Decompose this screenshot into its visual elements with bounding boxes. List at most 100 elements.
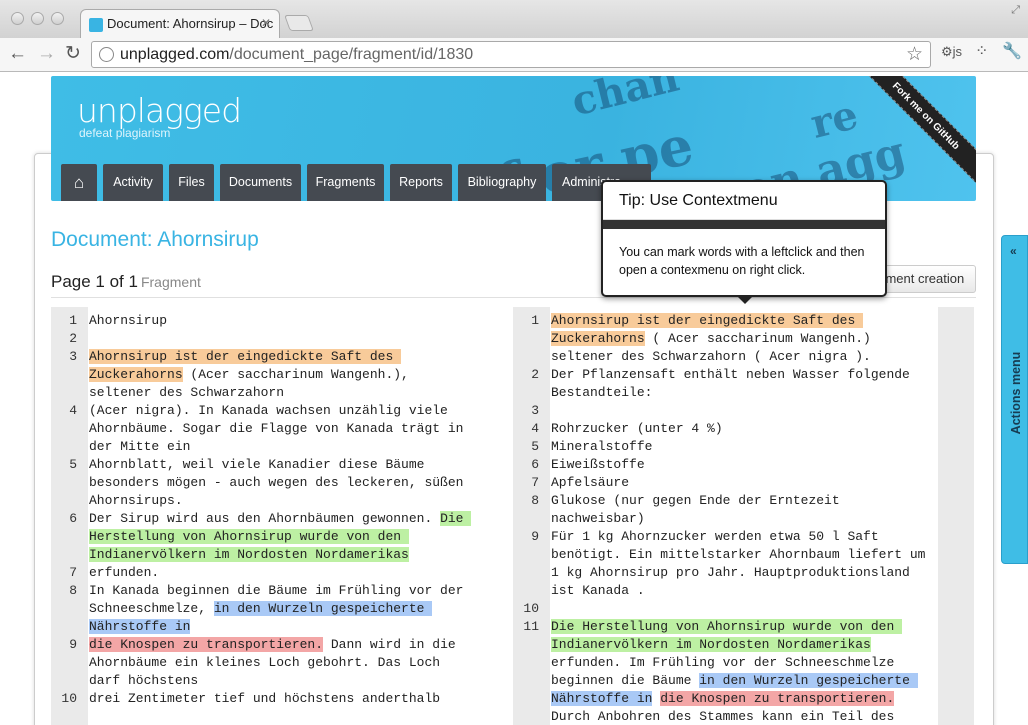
- address-bar[interactable]: unplagged.com/document_page/fragment/id/…: [91, 41, 931, 68]
- url-host: unplagged.com: [120, 46, 230, 63]
- line-text[interactable]: Der Pflanzensaft enthält neben Wasser fo…: [551, 366, 936, 402]
- line-text[interactable]: (Acer nigra). In Kanada wachsen unzählig…: [89, 402, 469, 456]
- new-tab-button[interactable]: [284, 15, 314, 31]
- close-window-button[interactable]: [11, 12, 24, 25]
- wrench-icon[interactable]: 🔧: [1002, 41, 1022, 61]
- text-segment[interactable]: Apfelsäure: [551, 475, 629, 490]
- highlight-rd[interactable]: die Knospen zu transportieren.: [89, 637, 324, 652]
- line-text[interactable]: Ahornsirup ist der eingedickte Saft des …: [89, 348, 469, 402]
- text-segment[interactable]: Glukose (nur gegen Ende der Erntezeit na…: [551, 493, 847, 526]
- line-text[interactable]: drei Zentimeter tief und höchstens ander…: [89, 690, 469, 708]
- line-number: 3: [69, 349, 77, 364]
- tip-separator: [603, 220, 885, 229]
- minimize-window-button[interactable]: [31, 12, 44, 25]
- extension-js-icon[interactable]: ⚙js: [941, 44, 962, 60]
- chevron-left-icon: «: [1010, 244, 1017, 258]
- line-text[interactable]: Glukose (nur gegen Ende der Erntezeit na…: [551, 492, 936, 528]
- line-text[interactable]: Die Herstellung von Ahornsirup wurde von…: [551, 618, 936, 725]
- bookmark-star-icon[interactable]: ☆: [906, 43, 923, 66]
- nav-reports[interactable]: Reports: [390, 164, 452, 201]
- page-label: Page 1 of 1: [51, 272, 138, 291]
- page-content: of or pe chan an agg re unplagged defeat…: [0, 73, 1028, 725]
- line-number: 10: [523, 601, 539, 616]
- nav-files[interactable]: Files: [169, 164, 214, 201]
- line-number: 8: [69, 583, 77, 598]
- line-number: 5: [69, 457, 77, 472]
- nav-bibliography[interactable]: Bibliography: [458, 164, 546, 201]
- page-sub-label: Fragment: [140, 274, 201, 290]
- line-number: 6: [531, 457, 539, 472]
- text-segment[interactable]: Ahornsirup: [89, 313, 167, 328]
- highlight-gr[interactable]: Die Herstellung von Ahornsirup wurde von…: [551, 619, 903, 652]
- actions-menu-label: Actions menu: [1009, 351, 1023, 435]
- line-number: 1: [531, 313, 539, 328]
- zoom-window-button[interactable]: [51, 12, 64, 25]
- line-number: 4: [531, 421, 539, 436]
- fullscreen-icon[interactable]: ⤢: [1011, 4, 1020, 17]
- text-segment[interactable]: (Acer nigra). In Kanada wachsen unzählig…: [89, 403, 471, 454]
- site-favicon-icon: [89, 18, 103, 32]
- line-number: 9: [531, 529, 539, 544]
- nav-fragments[interactable]: Fragments: [307, 164, 384, 201]
- line-text[interactable]: Apfelsäure: [551, 474, 936, 492]
- text-segment[interactable]: Rohrzucker (unter 4 %): [551, 421, 723, 436]
- line-number: 8: [531, 493, 539, 508]
- line-text[interactable]: Ahornsirup ist der eingedickte Saft des …: [551, 312, 936, 366]
- tip-body: You can mark words with a leftclick and …: [619, 245, 865, 277]
- browser-tabbar: Document: Ahornsirup – Doc ✕ ⤢: [0, 0, 1028, 39]
- line-number: 2: [531, 367, 539, 382]
- line-text[interactable]: Der Sirup wird aus den Ahornbäumen gewon…: [89, 510, 472, 582]
- line-number: 7: [69, 565, 77, 580]
- tab-title: Document: Ahornsirup – Doc: [107, 16, 274, 31]
- browser-tab[interactable]: Document: Ahornsirup – Doc ✕: [80, 9, 280, 39]
- browser-toolbar: ← → ↻ unplagged.com/document_page/fragme…: [0, 38, 1028, 72]
- page-title: Document: Ahornsirup: [51, 228, 259, 251]
- actions-menu-tab[interactable]: « Actions menu: [1001, 235, 1028, 564]
- nav-documents[interactable]: Documents: [220, 164, 301, 201]
- extension-dots-icon[interactable]: ⁘: [975, 41, 988, 61]
- highlight-rd[interactable]: die Knospen zu transportieren.: [660, 691, 895, 706]
- line-number: 10: [61, 691, 77, 706]
- line-text[interactable]: die Knospen zu transportieren. Dann wird…: [89, 636, 469, 690]
- text-segment[interactable]: Der Pflanzensaft enthält neben Wasser fo…: [551, 367, 918, 400]
- line-text[interactable]: Ahornsirup: [89, 312, 469, 330]
- text-segment[interactable]: Für 1 kg Ahornzucker werden etwa 50 l Sa…: [551, 529, 933, 598]
- nav-activity[interactable]: Activity: [103, 164, 163, 201]
- text-segment[interactable]: Der Sirup wird aus den Ahornbäumen gewon…: [89, 511, 440, 526]
- text-segment[interactable]: Mineralstoffe: [551, 439, 652, 454]
- line-text[interactable]: Ahornblatt, weil viele Kanadier diese Bä…: [89, 456, 469, 510]
- line-number: 6: [69, 511, 77, 526]
- line-number: 1: [69, 313, 77, 328]
- line-number: 11: [523, 619, 539, 634]
- nav-home[interactable]: ⌂: [61, 164, 97, 201]
- site-slogan: defeat plagiarism: [79, 126, 171, 140]
- line-number: 7: [531, 475, 539, 490]
- line-text[interactable]: In Kanada beginnen die Bäume im Frühling…: [89, 582, 469, 636]
- url-path: /document_page/fragment/id/1830: [229, 46, 474, 63]
- line-text[interactable]: Mineralstoffe: [551, 438, 936, 456]
- left-source-pane[interactable]: 1 Ahornsirup 2 3 Ahornsirup ist der eingedic…: [51, 307, 506, 725]
- line-text[interactable]: Rohrzucker (unter 4 %): [551, 420, 936, 438]
- site-logo[interactable]: unplagged: [77, 91, 242, 130]
- pane-scrollbar[interactable]: [938, 307, 974, 725]
- globe-icon: [99, 47, 114, 62]
- contextmenu-tip-popover: Tip: Use Contextmenu You can mark words …: [601, 180, 887, 304]
- line-text[interactable]: Für 1 kg Ahornzucker werden etwa 50 l Sa…: [551, 528, 936, 600]
- home-icon: ⌂: [73, 173, 85, 192]
- text-segment[interactable]: Ahornblatt, weil viele Kanadier diese Bä…: [89, 457, 471, 508]
- reload-icon[interactable]: ↻: [65, 43, 81, 65]
- tab-close-icon[interactable]: ✕: [261, 16, 271, 30]
- divider: [51, 297, 976, 298]
- text-segment[interactable]: drei Zentimeter tief und höchstens ander…: [89, 691, 440, 706]
- back-icon[interactable]: ←: [8, 43, 27, 65]
- text-segment[interactable]: Eiweißstoffe: [551, 457, 645, 472]
- line-text[interactable]: Eiweißstoffe: [551, 456, 936, 474]
- tip-title: Tip: Use Contextmenu: [603, 182, 885, 220]
- line-number: 3: [531, 403, 539, 418]
- forward-icon[interactable]: →: [37, 43, 56, 65]
- tip-arrow-icon: [737, 296, 753, 304]
- line-number: 9: [69, 637, 77, 652]
- line-number: 2: [69, 331, 77, 346]
- page-number: Page 1 of 1 Fragment: [51, 272, 201, 292]
- right-source-pane[interactable]: 1 Ahornsirup ist der eingedickte Saft des…: [513, 307, 939, 725]
